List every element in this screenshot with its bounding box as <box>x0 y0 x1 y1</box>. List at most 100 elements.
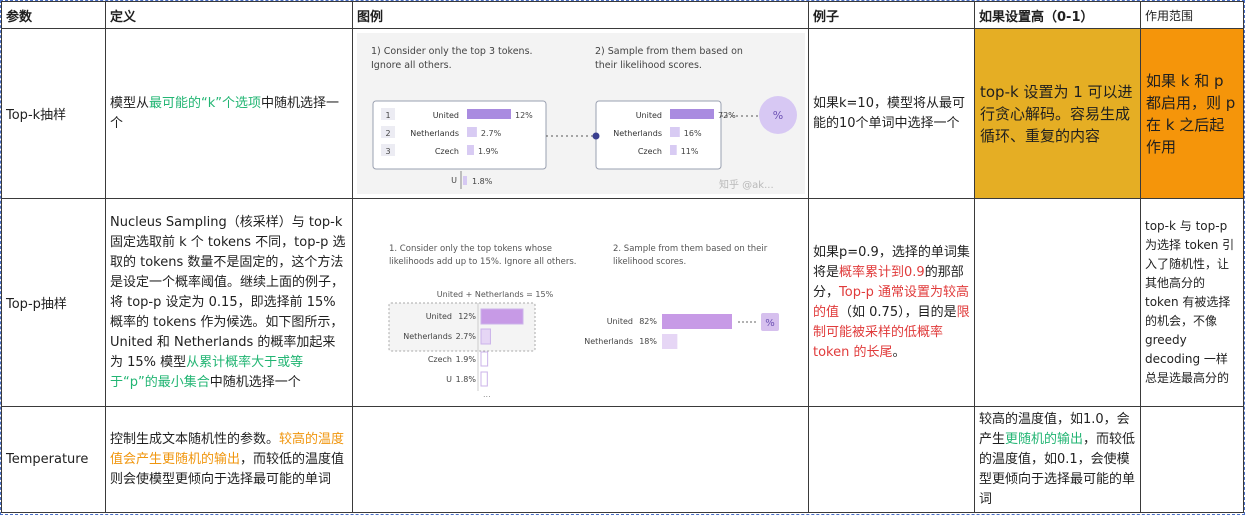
fig1-extra-pct: 1.8% <box>472 177 493 186</box>
header-row: 参数 定义 图例 例子 如果设置高（0-1） 作用范围 <box>1 1 1244 29</box>
topk-figure: 1) Consider only the top 3 tokens. Ignor… <box>357 33 805 194</box>
topp-name: Top-p抽样 <box>6 297 67 312</box>
topp-ex-b: 概率累计到0.9 <box>839 264 925 280</box>
fig1-connector-dot <box>592 132 600 140</box>
topk-def-text: 模型从 <box>110 95 150 111</box>
cell-topp-scope[interactable]: top-k 与 top-p 为选择 token 引入了随机性，让其他高分的 to… <box>1140 198 1244 407</box>
fig1-left-token: Netherlands <box>410 129 459 138</box>
table-row-topk: Top-k抽样 模型从最可能的“k”个选项中随机选择一个 1) Consider… <box>1 28 1244 199</box>
fig1-left-index: 3 <box>385 147 390 156</box>
fig1-left-pct: 12% <box>515 111 533 120</box>
topp-example: 如果p=0.9，选择的单词集将是概率累计到0.9的那部分，Top-p 通常设置为… <box>810 241 974 365</box>
fig2-step2-line1: 2. Sample from them based on their <box>613 244 768 254</box>
topp-def-text: Nucleus Sampling（核采样）与 top-k 固定选取前 k 个 t… <box>110 214 346 370</box>
temp-if-high: 较高的温度值，如1.0，会产生更随机的输出，而较低的温度值，如0.1，会使模型更… <box>976 408 1140 512</box>
cell-topk-name[interactable]: Top-k抽样 <box>1 28 106 199</box>
fig2-right-token: United <box>607 317 633 326</box>
fig1-left-token: Czech <box>435 147 459 156</box>
header-definition[interactable]: 定义 <box>105 1 353 29</box>
topp-figure: 1. Consider only the top tokens whose li… <box>355 202 803 403</box>
fig2-right-token: Netherlands <box>584 337 633 346</box>
cell-temp-if-high[interactable]: 较高的温度值，如1.0，会产生更随机的输出，而较低的温度值，如0.1，会使模型更… <box>974 406 1141 513</box>
fig1-right-token: Czech <box>638 147 662 156</box>
fig2-left-token: Netherlands <box>403 332 452 341</box>
topk-name: Top-k抽样 <box>6 108 67 123</box>
cell-temp-example[interactable] <box>808 406 975 513</box>
fig1-left-pct: 1.9% <box>478 147 499 156</box>
cell-topk-example[interactable]: 如果k=10，模型将从最可能的10个单词中选择一个 <box>808 28 975 199</box>
cell-topp-illustration[interactable]: 1. Consider only the top tokens whose li… <box>352 198 809 407</box>
fig1-right-bar <box>670 145 677 155</box>
fig2-right-bar <box>662 333 678 349</box>
fig1-left-pct: 2.7% <box>481 129 502 138</box>
cell-topp-example[interactable]: 如果p=0.9，选择的单词集将是概率累计到0.9的那部分，Top-p 通常设置为… <box>808 198 975 407</box>
fig1-right-bar <box>670 127 680 137</box>
topp-ex-g: 。 <box>892 344 906 360</box>
fig2-left-token: United <box>426 312 452 321</box>
fig1-extra-bar <box>463 176 467 185</box>
fig1-step2-line1: 2) Sample from them based on <box>595 46 743 57</box>
fig2-right-bar <box>662 313 732 329</box>
fig1-extra-token: U <box>451 176 457 185</box>
fig2-left-bar <box>480 308 524 324</box>
fig2-left-bar <box>480 371 488 386</box>
fig1-left-token: United <box>433 111 459 120</box>
topk-example: 如果k=10，模型将从最可能的10个单词中选择一个 <box>813 95 965 131</box>
fig1-right-token: Netherlands <box>613 129 662 138</box>
header-scope[interactable]: 作用范围 <box>1140 1 1244 29</box>
header-param[interactable]: 参数 <box>1 1 106 29</box>
topk-diagram: 1) Consider only the top 3 tokens. Ignor… <box>371 46 797 191</box>
cell-topk-scope[interactable]: 如果 k 和 p 都启用，则 p 在 k 之后起作用 <box>1140 28 1244 199</box>
fig2-left-pct: 12% <box>458 312 476 321</box>
cell-temp-name[interactable]: Temperature <box>1 406 106 513</box>
cell-temp-definition[interactable]: 控制生成文本随机性的参数。较高的温度值会产生更随机的输出，而较低的温度值则会使模… <box>105 406 353 513</box>
cell-topp-if-high[interactable] <box>974 198 1141 407</box>
temp-if-b: 更随机的输出 <box>1005 431 1084 447</box>
fig1-left-bar <box>467 145 474 155</box>
fig2-right-pct: 18% <box>639 337 657 346</box>
topk-scope: 如果 k 和 p 都启用，则 p 在 k 之后起作用 <box>1146 71 1236 156</box>
fig2-ellipsis: ... <box>483 390 491 399</box>
cell-temp-scope[interactable] <box>1140 406 1244 513</box>
fig1-left-index: 2 <box>385 129 390 138</box>
topk-definition: 模型从最可能的“k”个选项中随机选择一个 <box>107 92 352 136</box>
topk-def-highlight: 最可能的“k”个选项 <box>149 95 262 111</box>
cell-topp-name[interactable]: Top-p抽样 <box>1 198 106 407</box>
temp-name: Temperature <box>6 452 89 467</box>
fig1-right-pct: 16% <box>684 129 702 138</box>
cell-topk-illustration[interactable]: 1) Consider only the top 3 tokens. Ignor… <box>352 28 809 199</box>
fig2-step2-line2: likelihood scores. <box>613 257 686 267</box>
fig2-sum-label: United + Netherlands = 15% <box>437 290 554 299</box>
fig2-left-bar <box>480 328 491 344</box>
fig1-step1-line1: 1) Consider only the top 3 tokens. <box>371 46 533 57</box>
header-example[interactable]: 例子 <box>808 1 975 29</box>
fig2-right-bars: United 82% Netherlands 18% <box>584 313 732 349</box>
fig1-circle-label: % <box>773 109 783 122</box>
fig2-step1-line2: likelihoods add up to 15%. Ignore all ot… <box>389 257 576 267</box>
fig2-left-pct: 1.9% <box>456 355 477 364</box>
cell-topp-definition[interactable]: Nucleus Sampling（核采样）与 top-k 固定选取前 k 个 t… <box>105 198 353 407</box>
temp-definition: 控制生成文本随机性的参数。较高的温度值会产生更随机的输出，而较低的温度值则会使模… <box>107 428 352 492</box>
topp-if-high <box>976 301 1140 305</box>
fig1-right-pct: 72% <box>718 111 736 120</box>
fig2-left-bar <box>480 351 489 366</box>
fig1-right-bar <box>670 109 714 119</box>
fig2-left-token: U <box>446 375 452 384</box>
topp-definition: Nucleus Sampling（核采样）与 top-k 固定选取前 k 个 t… <box>107 211 352 395</box>
spreadsheet: { "headers": { "param": "参数", "definitio… <box>0 0 1245 515</box>
cell-topk-definition[interactable]: 模型从最可能的“k”个选项中随机选择一个 <box>105 28 353 199</box>
fig1-step1-line2: Ignore all others. <box>371 60 452 71</box>
fig2-step1-line1: 1. Consider only the top tokens whose <box>389 244 552 254</box>
fig1-step2-line2: their likelihood scores. <box>595 60 702 71</box>
parameter-table: 参数 定义 图例 例子 如果设置高（0-1） 作用范围 Top-k抽样 模型从最… <box>1 1 1244 513</box>
header-if-high[interactable]: 如果设置高（0-1） <box>974 1 1141 29</box>
header-illustration[interactable]: 图例 <box>352 1 809 29</box>
fig1-watermark: 知乎 @ak... <box>719 178 774 191</box>
cell-topk-if-high[interactable]: top-k 设置为 1 可以进行贪心解码。容易生成循环、重复的内容 <box>974 28 1141 199</box>
topp-ex-e: （如 0.75），目的是 <box>839 304 957 320</box>
fig2-circle-label: % <box>765 318 775 329</box>
fig1-left-bar <box>467 109 511 119</box>
table-row-temperature: Temperature 控制生成文本随机性的参数。较高的温度值会产生更随机的输出… <box>1 406 1244 513</box>
cell-temp-illustration[interactable] <box>352 406 809 513</box>
topp-def-tail: 中随机选择一个 <box>209 374 301 390</box>
